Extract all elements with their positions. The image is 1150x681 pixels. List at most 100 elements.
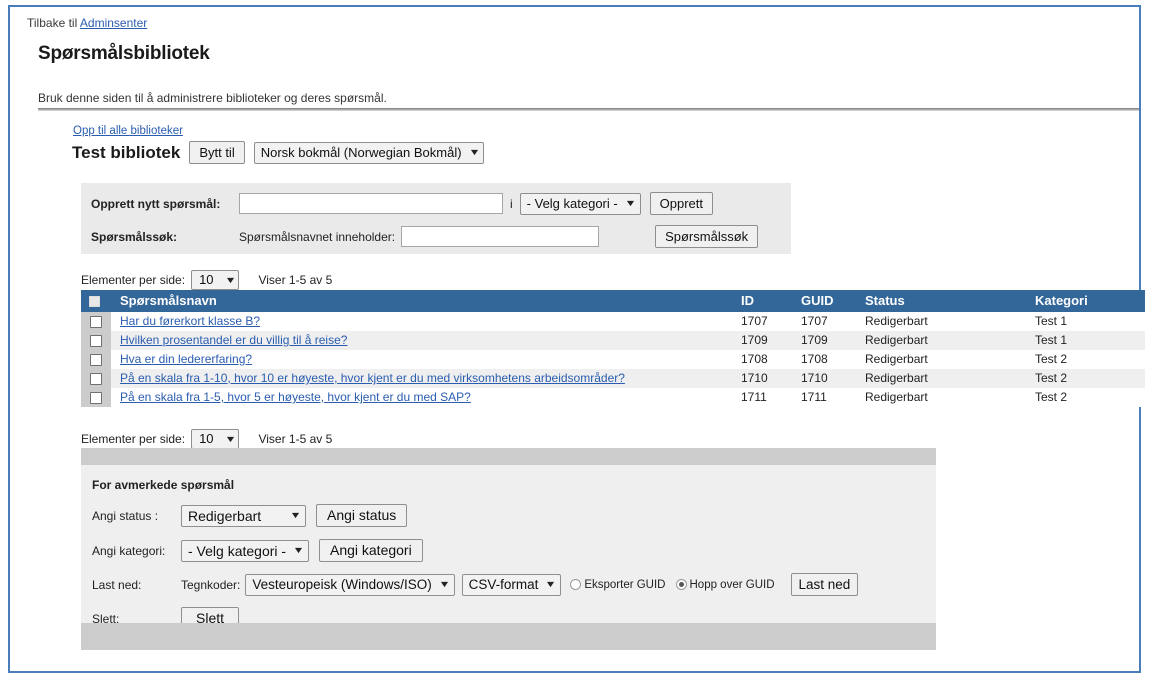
select-all-checkbox[interactable]	[89, 296, 100, 308]
question-link[interactable]: På en skala fra 1-5, hvor 5 er høyeste, …	[120, 390, 471, 404]
switch-library-button[interactable]: Bytt til	[189, 141, 245, 164]
create-question-input[interactable]	[239, 193, 503, 214]
column-header-id[interactable]: ID	[741, 290, 801, 312]
create-question-label: Opprett nytt spørsmål:	[91, 196, 221, 211]
bulk-set-category-button[interactable]: Angi kategori	[318, 539, 423, 562]
cell-status: Redigerbart	[865, 312, 1035, 331]
bulk-category-label: Angi kategori:	[92, 543, 166, 558]
items-per-page-select-top[interactable]: 10 ▼	[191, 270, 240, 290]
bulk-encoding-select-value: Vesteuropeisk (Windows/ISO)	[252, 576, 432, 592]
items-per-page-value-bottom: 10	[199, 431, 214, 446]
cell-question-name: Hva er din ledererfaring?	[111, 350, 741, 369]
bulk-format-select-value: CSV-format	[468, 576, 539, 592]
question-link[interactable]: Hvilken prosentandel er du villig til å …	[120, 333, 347, 347]
cell-id: 1707	[741, 312, 801, 331]
table-row: Hvilken prosentandel er du villig til å …	[81, 331, 1145, 350]
cell-kategori: Test 1	[1035, 331, 1145, 350]
radio-skip-guid-label[interactable]: Hopp over GUID	[690, 579, 775, 591]
table-row: På en skala fra 1-5, hvor 5 er høyeste, …	[81, 388, 1145, 407]
cell-question-name: På en skala fra 1-5, hvor 5 er høyeste, …	[111, 388, 741, 407]
bulk-status-label: Angi status :	[92, 508, 159, 523]
column-header-status[interactable]: Status	[865, 290, 1035, 312]
cell-kategori: Test 2	[1035, 369, 1145, 388]
bulk-status-select[interactable]: Redigerbart ▼	[181, 504, 306, 527]
bulk-status-row: Angi status : Redigerbart ▼ Angi status	[92, 504, 408, 527]
items-per-page-label: Elementer per side:	[81, 273, 186, 287]
row-checkbox-cell[interactable]	[81, 350, 111, 369]
row-checkbox[interactable]	[90, 334, 102, 347]
chevron-down-icon: ▼	[292, 545, 305, 555]
radio-export-guid-label[interactable]: Eksporter GUID	[584, 579, 665, 591]
question-search-row: Spørsmålssøk: Spørsmålsnavnet inneholder…	[91, 225, 759, 248]
bulk-download-button[interactable]: Last ned	[790, 573, 859, 596]
items-per-page-select-bottom[interactable]: 10 ▼	[191, 429, 240, 449]
library-header-row: Test bibliotek Bytt til Norsk bokmål (No…	[72, 141, 485, 164]
question-search-input[interactable]	[401, 226, 600, 247]
create-question-row: Opprett nytt spørsmål: i - Velg kategori…	[91, 192, 713, 215]
select-all-header[interactable]	[81, 290, 111, 312]
bulk-format-select[interactable]: CSV-format ▼	[461, 573, 562, 596]
bulk-category-select[interactable]: - Velg kategori - ▼	[181, 539, 309, 562]
showing-count-bottom: Viser 1-5 av 5	[258, 432, 333, 446]
library-name: Test bibliotek	[72, 142, 181, 162]
bulk-actions-panel: For avmerkede spørsmål Angi status : Red…	[81, 465, 936, 630]
bulk-download-row: Last ned: Tegnkoder: Vesteuropeisk (Wind…	[92, 573, 859, 596]
cell-question-name: På en skala fra 1-10, hvor 10 er høyeste…	[111, 369, 741, 388]
bulk-actions-title: For avmerkede spørsmål	[92, 478, 235, 492]
showing-count-top: Viser 1-5 av 5	[258, 273, 333, 287]
table-row: Hva er din ledererfaring? 1708 1708 Rediger…	[81, 350, 1145, 369]
cell-status: Redigerbart	[865, 331, 1035, 350]
question-search-button[interactable]: Spørsmålssøk	[655, 225, 759, 248]
cell-id: 1711	[741, 388, 801, 407]
cell-kategori: Test 2	[1035, 388, 1145, 407]
table-header-row: Spørsmålsnavn ID GUID Status Kategori	[81, 290, 1145, 312]
language-select-value: Norsk bokmål (Norwegian Bokmål)	[260, 144, 462, 160]
row-checkbox-cell[interactable]	[81, 331, 111, 350]
in-word-label: i	[510, 196, 513, 211]
column-header-kategori[interactable]: Kategori	[1035, 290, 1145, 312]
question-link[interactable]: Har du førerkort klasse B?	[120, 314, 260, 328]
guid-radio-group: Eksporter GUID Hopp over GUID	[570, 579, 784, 591]
cell-question-name: Hvilken prosentandel er du villig til å …	[111, 331, 741, 350]
bulk-encoding-select[interactable]: Vesteuropeisk (Windows/ISO) ▼	[245, 573, 455, 596]
language-select[interactable]: Norsk bokmål (Norwegian Bokmål) ▼	[253, 141, 485, 164]
column-header-guid[interactable]: GUID	[801, 290, 865, 312]
create-category-select-value: - Velg kategori -	[526, 195, 618, 211]
cell-id: 1708	[741, 350, 801, 369]
pager-top: Elementer per side: 10 ▼ Viser 1-5 av 5	[81, 270, 332, 290]
cell-guid: 1711	[801, 388, 865, 407]
column-header-name[interactable]: Spørsmålsnavn	[111, 290, 741, 312]
row-checkbox[interactable]	[90, 372, 102, 385]
bulk-category-select-value: - Velg kategori -	[188, 542, 287, 559]
breadcrumb-link-adminsenter[interactable]: Adminsenter	[80, 16, 147, 30]
row-checkbox[interactable]	[90, 353, 102, 366]
radio-skip-guid[interactable]	[675, 579, 687, 590]
question-name-contains-label: Spørsmålsnavnet inneholder:	[239, 229, 396, 244]
page-frame: Tilbake til Adminsenter Spørsmålsbibliot…	[8, 5, 1145, 673]
row-checkbox-cell[interactable]	[81, 388, 111, 407]
questions-table-head: Spørsmålsnavn ID GUID Status Kategori	[81, 290, 1145, 312]
table-row: På en skala fra 1-10, hvor 10 er høyeste…	[81, 369, 1145, 388]
questions-table-body: Har du førerkort klasse B? 1707 1707 Redige…	[81, 312, 1145, 407]
page-description: Bruk denne siden til å administrere bibl…	[38, 91, 387, 105]
row-checkbox[interactable]	[90, 391, 102, 404]
bulk-set-status-button[interactable]: Angi status	[316, 504, 408, 527]
chevron-down-icon: ▼	[624, 198, 637, 208]
question-link[interactable]: Hva er din ledererfaring?	[120, 352, 252, 366]
cell-guid: 1709	[801, 331, 865, 350]
bulk-panel-topbar	[81, 448, 936, 465]
create-button[interactable]: Opprett	[649, 192, 713, 215]
create-category-select[interactable]: - Velg kategori - ▼	[519, 192, 641, 215]
cell-status: Redigerbart	[865, 388, 1035, 407]
breadcrumb: Tilbake til Adminsenter	[27, 16, 147, 30]
bulk-download-label: Last ned:	[92, 577, 142, 592]
bulk-category-row: Angi kategori: - Velg kategori - ▼ Angi …	[92, 539, 423, 562]
table-row: Har du førerkort klasse B? 1707 1707 Redige…	[81, 312, 1145, 331]
row-checkbox-cell[interactable]	[81, 369, 111, 388]
radio-export-guid[interactable]	[570, 579, 582, 590]
row-checkbox[interactable]	[90, 315, 102, 328]
row-checkbox-cell[interactable]	[81, 312, 111, 331]
up-to-all-libraries-link[interactable]: Opp til alle biblioteker	[73, 125, 183, 137]
cell-id: 1709	[741, 331, 801, 350]
question-link[interactable]: På en skala fra 1-10, hvor 10 er høyeste…	[120, 371, 625, 385]
